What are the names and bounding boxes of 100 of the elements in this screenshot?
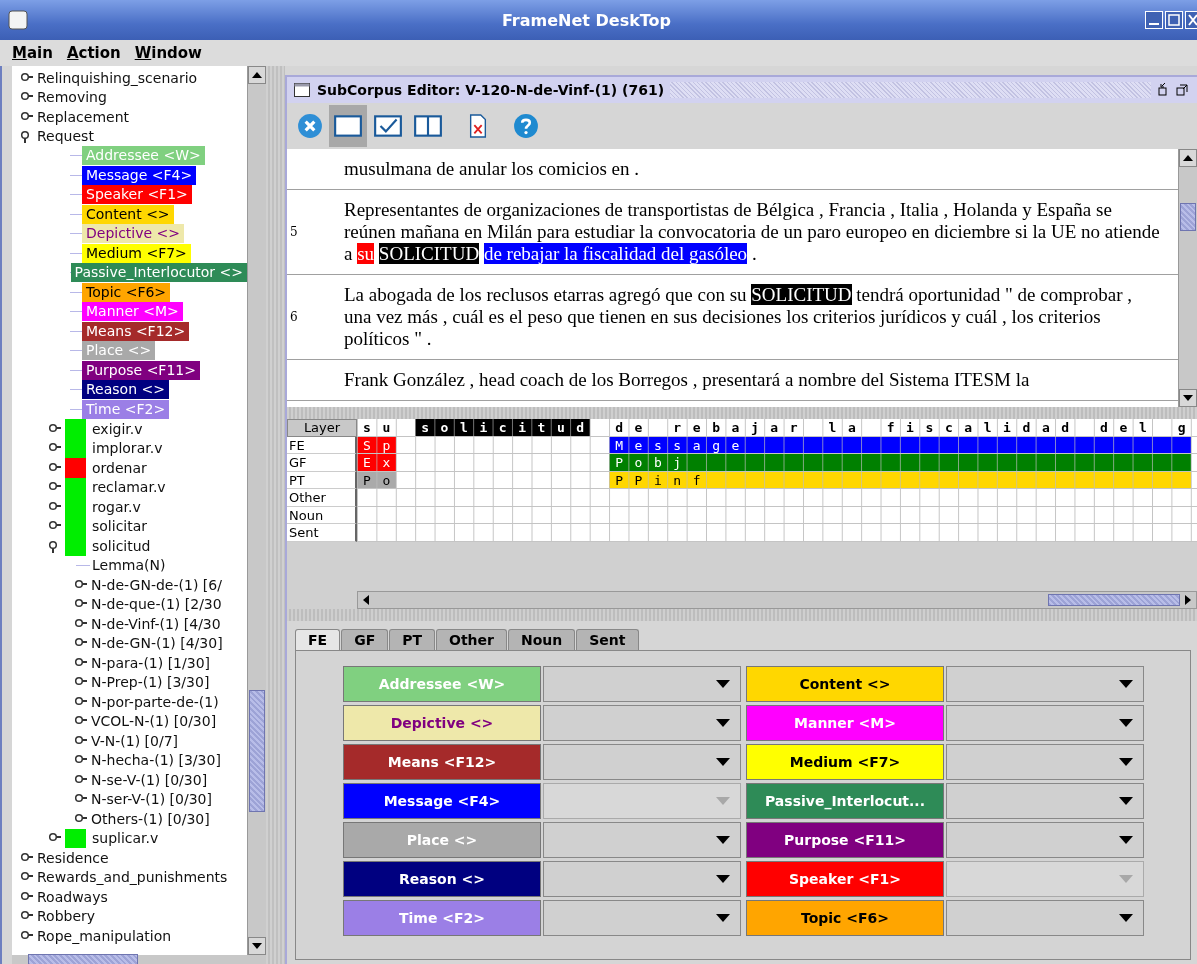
subcorpus-name[interactable]: N-de-GN-de-(1) [6/	[91, 576, 222, 593]
close-icon[interactable]	[1185, 11, 1197, 29]
dropdown-arrow-icon	[1119, 875, 1133, 883]
lexical-unit-name[interactable]: ordenar	[92, 459, 147, 476]
frame-element-label[interactable]: Purpose <F11>	[82, 360, 200, 380]
scrollbar-thumb[interactable]	[1048, 594, 1180, 606]
vertical-scrollbar[interactable]	[247, 66, 266, 955]
frame-element-label[interactable]: Content <>	[82, 204, 174, 224]
scrollbar-thumb[interactable]	[1180, 203, 1196, 231]
subcorpus-name[interactable]: N-de-GN-(1) [4/30]	[91, 635, 223, 652]
single-view-button[interactable]	[329, 105, 367, 147]
dropdown-arrow-icon	[716, 836, 730, 844]
scroll-up-icon[interactable]	[1179, 149, 1197, 167]
horizontal-scrollbar[interactable]	[357, 591, 1197, 609]
scrollbar-thumb[interactable]	[28, 953, 138, 964]
sentence-number: 5	[289, 225, 299, 239]
frame-name[interactable]: Rope_manipulation	[37, 927, 172, 944]
vertical-scrollbar[interactable]	[1178, 149, 1197, 407]
frame-name[interactable]: Roadways	[37, 888, 108, 905]
layer-tab[interactable]: GF	[341, 629, 389, 650]
frame-element-label[interactable]: Means <F12>	[82, 321, 190, 341]
sentence-characters: solicitud	[415, 419, 590, 436]
layer-tab[interactable]: FE	[295, 629, 341, 650]
layer-name: Sent	[287, 524, 357, 542]
checkbox-icon	[373, 113, 403, 139]
subcorpus-name[interactable]: N-de-Vinf-(1) [4/30	[91, 615, 221, 632]
maximize-icon[interactable]	[1165, 11, 1183, 29]
frame-element-label[interactable]: Medium <F7>	[82, 243, 191, 263]
frame-element-label[interactable]: Speaker <F1>	[82, 185, 192, 205]
subcorpus-name[interactable]: V-N-(1) [0/7]	[91, 732, 179, 749]
lexical-unit-name[interactable]: solicitud	[92, 537, 151, 554]
lexical-unit-name[interactable]: reclamar.v	[92, 479, 166, 496]
frame-name[interactable]: Replacement	[37, 108, 129, 125]
dropdown-arrow-icon	[716, 797, 730, 805]
frame-element-button[interactable]: Topic <F6>	[746, 900, 944, 936]
restore-icon[interactable]	[1157, 81, 1191, 99]
layer-tab[interactable]: Sent	[576, 629, 639, 650]
frame-name[interactable]: Removing	[37, 89, 107, 106]
annotation-label[interactable]: Ex	[357, 454, 396, 471]
frame-element-label[interactable]: Passive_Interlocutor <>	[70, 263, 247, 283]
lexical-unit-name[interactable]: implorar.v	[92, 440, 163, 457]
frame-element-button[interactable]: Means <F12>	[343, 744, 541, 780]
horizontal-scrollbar[interactable]	[12, 955, 266, 964]
frame-name[interactable]: Request	[37, 128, 94, 145]
subcorpus-name[interactable]: N-para-(1) [1/30]	[91, 654, 211, 671]
frame-name[interactable]: Relinquishing_scenario	[37, 69, 198, 86]
frame-element-button[interactable]: Reason <>	[343, 861, 541, 897]
lexical-unit-name[interactable]: rogar.v	[92, 498, 141, 515]
layer-tab[interactable]: Other	[436, 629, 507, 650]
lexical-unit-name[interactable]: exigir.v	[92, 420, 143, 437]
lemma-label[interactable]: Lemma(N)	[92, 557, 166, 574]
scroll-down-icon[interactable]	[248, 937, 266, 955]
frame-element-label[interactable]: Reason <>	[82, 380, 169, 400]
split-pane-icon	[413, 113, 443, 139]
menu-item[interactable]: Window	[134, 44, 202, 62]
frame-element-button[interactable]: Medium <F7>	[746, 744, 944, 780]
frame-name[interactable]: Rewards_and_punishments	[37, 869, 228, 886]
frame-name[interactable]: Residence	[37, 849, 109, 866]
layer-name: Other	[287, 489, 357, 507]
menu-item[interactable]: Main	[12, 44, 53, 62]
frame-element-label[interactable]: Message <F4>	[82, 165, 197, 185]
sentence-text[interactable]: musulmana de anular los comicios en .	[344, 158, 639, 180]
frame-element-button[interactable]: Passive_Interlocut...	[746, 783, 944, 819]
dropdown-arrow-icon	[716, 719, 730, 727]
frame-element-button[interactable]: Purpose <F11>	[746, 822, 944, 858]
dropdown-arrow-icon	[716, 758, 730, 766]
dropdown-arrow-icon	[716, 680, 730, 688]
scroll-down-icon[interactable]	[1179, 389, 1197, 407]
subcorpus-name[interactable]: N-por-parte-de-(1)	[91, 693, 219, 710]
dropdown-arrow-icon	[1119, 797, 1133, 805]
scrollbar-thumb[interactable]	[249, 690, 265, 812]
dropdown-arrow-icon	[1119, 836, 1133, 844]
subcorpus-name[interactable]: N-ser-V-(1) [0/30]	[91, 791, 212, 808]
sentence-text[interactable]: Representantes de organizaciones de transportistas de Bélgica , Francia , Italia , Holanda y España se reúnen mañana en Milán para estudiar la convocatoria de un paro europeo en diciembre si la UE no atiende a su SOLICITUD de rebajar la fiscalidad del gasóleo .	[344, 199, 1164, 265]
sentence-characters: su	[362, 419, 396, 436]
lexical-unit-name[interactable]: solicitar	[92, 518, 148, 535]
frame-element-button[interactable]: Content <>	[746, 666, 944, 702]
frame-element-label[interactable]: Depictive <>	[82, 224, 185, 244]
layer-tab[interactable]: PT	[389, 629, 435, 650]
window-icon	[333, 113, 363, 139]
annotation-row[interactable]: Ex Pobj	[357, 454, 1197, 472]
lexical-unit-name[interactable]: suplicar.v	[92, 830, 159, 847]
subcorpus-name[interactable]: N-de-que-(1) [2/30	[91, 596, 222, 613]
subcorpus-name[interactable]: N-Prep-(1) [3/30]	[91, 674, 210, 691]
dropdown-arrow-icon	[716, 914, 730, 922]
minimize-icon[interactable]	[1145, 11, 1163, 29]
frame-element-button[interactable]: Depictive <>	[343, 705, 541, 741]
sentence-text[interactable]: Frank González , head coach de los Borregos , presentará a nombre del Sistema ITESM la	[344, 369, 1030, 391]
subcorpus-name[interactable]: N-se-V-(1) [0/30]	[91, 771, 208, 788]
frame-element-label[interactable]: Topic <F6>	[82, 282, 171, 302]
annotation-label[interactable]: Pobj	[609, 454, 1192, 471]
menu-item[interactable]: Action	[66, 44, 121, 62]
sentence-text[interactable]: La abogada de los reclusos etarras agregó que con su SOLICITUD tendrá oportunidad " de comprobar , una vez más , cuál es el peso que tienen en sus decisiones los criterios jurídicos y cuál , los criterios políticos " .	[344, 284, 1164, 350]
scroll-up-icon[interactable]	[248, 66, 266, 84]
frame-name[interactable]: Robbery	[37, 908, 96, 925]
dropdown-arrow-icon	[1119, 719, 1133, 727]
layer-tab[interactable]: Noun	[508, 629, 576, 650]
subcorpus-name[interactable]: N-hecha-(1) [3/30]	[91, 752, 221, 769]
subcorpus-name[interactable]: VCOL-N-(1) [0/30]	[91, 713, 217, 730]
subcorpus-name[interactable]: Others-(1) [0/30]	[91, 810, 210, 827]
